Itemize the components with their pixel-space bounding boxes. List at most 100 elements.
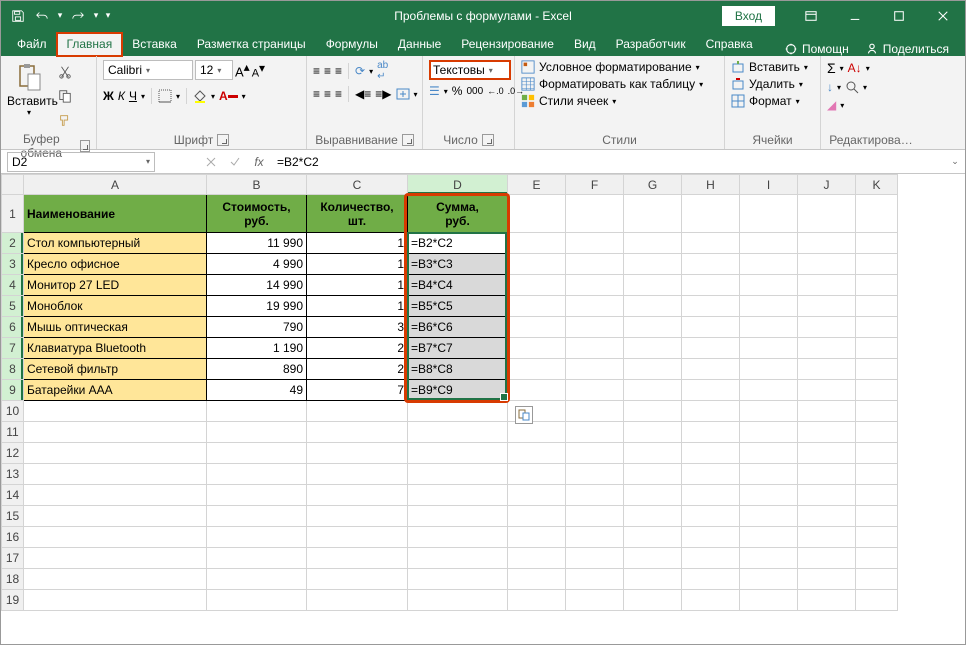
cell[interactable]: 1 (307, 275, 408, 296)
row-header-19[interactable]: 19 (2, 590, 24, 611)
row-header-3[interactable]: 3 (2, 254, 24, 275)
wrap-text-icon[interactable]: ab↵ (377, 60, 388, 82)
cell[interactable]: =B9*C9 (408, 380, 508, 401)
tab-developer[interactable]: Разработчик (606, 33, 696, 56)
paste-options-smarttag[interactable] (515, 406, 533, 424)
undo-button[interactable] (31, 5, 53, 27)
row-header-4[interactable]: 4 (2, 275, 24, 296)
cell[interactable]: =B4*C4 (408, 275, 508, 296)
signin-button[interactable]: Вход (722, 6, 775, 26)
cell[interactable]: 4 990 (207, 254, 307, 275)
expand-formula-bar[interactable]: ⌄ (945, 156, 965, 167)
tab-data[interactable]: Данные (388, 33, 451, 56)
cell-styles-button[interactable]: Стили ячеек▾ (521, 94, 703, 108)
cell[interactable]: Клавиатура Bluetooth (24, 338, 207, 359)
sort-filter-icon[interactable]: A↓ (848, 61, 862, 75)
row-header-2[interactable]: 2 (2, 233, 24, 254)
merge-icon[interactable] (396, 88, 410, 100)
fx-button[interactable]: fx (247, 151, 271, 173)
col-header-K[interactable]: K (856, 175, 898, 195)
redo-dropdown[interactable]: ▾ (91, 5, 101, 27)
autosum-icon[interactable]: Σ (827, 60, 836, 76)
redo-button[interactable] (67, 5, 89, 27)
decrease-font-icon[interactable]: A▾ (252, 61, 265, 80)
cell[interactable]: 2 (307, 359, 408, 380)
minimize-button[interactable] (833, 1, 877, 30)
format-painter-button[interactable] (55, 110, 75, 130)
formula-input[interactable]: =B2*C2 (271, 155, 945, 169)
qat-customize[interactable]: ▾ (103, 5, 113, 27)
alignment-launcher[interactable] (402, 134, 414, 146)
row-header-1[interactable]: 1 (2, 195, 24, 233)
orientation-icon[interactable]: ⟳ (355, 64, 365, 78)
tab-home[interactable]: Главная (57, 33, 123, 56)
row-header-15[interactable]: 15 (2, 506, 24, 527)
table-header[interactable]: Стоимость,руб. (207, 195, 307, 233)
row-header-8[interactable]: 8 (2, 359, 24, 380)
cell[interactable]: 3 (307, 317, 408, 338)
col-header-I[interactable]: I (740, 175, 798, 195)
percent-format-icon[interactable]: % (452, 84, 463, 98)
col-header-F[interactable]: F (566, 175, 624, 195)
tab-review[interactable]: Рецензирование (451, 33, 564, 56)
cell[interactable]: 7 (307, 380, 408, 401)
cell[interactable]: =B7*C7 (408, 338, 508, 359)
row-header-12[interactable]: 12 (2, 443, 24, 464)
cell[interactable]: 11 990 (207, 233, 307, 254)
format-as-table-button[interactable]: Форматировать как таблицу▾ (521, 77, 703, 91)
cell[interactable]: Кресло офисное (24, 254, 207, 275)
cancel-formula-icon[interactable] (199, 151, 223, 173)
cell[interactable]: 1 (307, 296, 408, 317)
format-cells-button[interactable]: Формат▾ (731, 94, 808, 108)
table-header[interactable]: Количество,шт. (307, 195, 408, 233)
cell[interactable]: Монитор 27 LED (24, 275, 207, 296)
tab-help[interactable]: Справка (696, 33, 763, 56)
cell[interactable]: 1 (307, 254, 408, 275)
cell[interactable]: 2 (307, 338, 408, 359)
cut-button[interactable] (55, 62, 75, 82)
cell[interactable]: =B6*C6 (408, 317, 508, 338)
number-format-combo[interactable]: Текстовы▾ (429, 60, 511, 80)
tell-me[interactable]: Помощн (776, 42, 857, 56)
ribbon-display-options[interactable] (789, 1, 833, 30)
cell[interactable]: =B5*C5 (408, 296, 508, 317)
increase-decimal-icon[interactable]: ←.0 (487, 86, 504, 96)
accounting-format-icon[interactable]: ☰ (429, 84, 440, 98)
align-center-icon[interactable]: ≡ (324, 87, 331, 101)
row-header-11[interactable]: 11 (2, 422, 24, 443)
cell[interactable]: Мышь оптическая (24, 317, 207, 338)
row-header-9[interactable]: 9 (2, 380, 24, 401)
tab-view[interactable]: Вид (564, 33, 606, 56)
cell[interactable]: 790 (207, 317, 307, 338)
col-header-B[interactable]: B (207, 175, 307, 195)
row-header-18[interactable]: 18 (2, 569, 24, 590)
clipboard-launcher[interactable] (80, 140, 90, 152)
font-color-button[interactable]: A (219, 89, 238, 103)
cell[interactable]: 19 990 (207, 296, 307, 317)
align-right-icon[interactable]: ≡ (335, 87, 342, 101)
font-launcher[interactable] (217, 134, 229, 146)
insert-cells-button[interactable]: Вставить▾ (731, 60, 808, 74)
row-header-16[interactable]: 16 (2, 527, 24, 548)
worksheet[interactable]: ABCDEFGHIJK1НаименованиеСтоимость,руб.Ко… (1, 174, 965, 645)
cell[interactable]: 890 (207, 359, 307, 380)
row-header-10[interactable]: 10 (2, 401, 24, 422)
maximize-button[interactable] (877, 1, 921, 30)
tab-layout[interactable]: Разметка страницы (187, 33, 316, 56)
col-header-G[interactable]: G (624, 175, 682, 195)
row-header-13[interactable]: 13 (2, 464, 24, 485)
find-select-icon[interactable] (845, 80, 859, 94)
col-header-D[interactable]: D (408, 175, 508, 195)
cell[interactable]: 1 190 (207, 338, 307, 359)
font-size-combo[interactable]: 12▾ (195, 60, 233, 80)
number-launcher[interactable] (482, 134, 494, 146)
table-header[interactable]: Наименование (24, 195, 207, 233)
col-header-H[interactable]: H (682, 175, 740, 195)
cell[interactable]: 14 990 (207, 275, 307, 296)
underline-button[interactable]: Ч (129, 89, 137, 103)
comma-format-icon[interactable]: 000 (466, 86, 483, 97)
cell[interactable]: Стол компьютерный (24, 233, 207, 254)
save-button[interactable] (7, 5, 29, 27)
row-header-6[interactable]: 6 (2, 317, 24, 338)
fill-color-button[interactable] (193, 89, 207, 103)
